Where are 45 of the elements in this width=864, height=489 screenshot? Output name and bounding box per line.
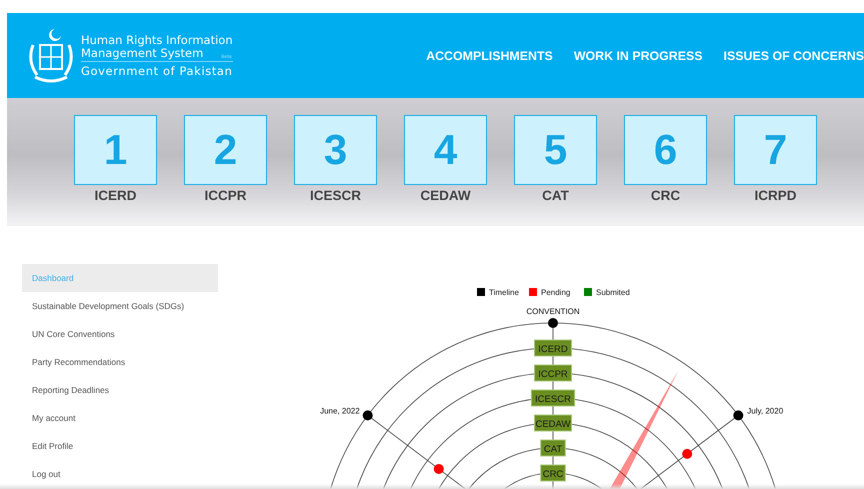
nav-link[interactable]: ACCOMPLISHMENTS (426, 48, 553, 62)
nav-link[interactable]: WORK IN PROGRESS (574, 48, 703, 62)
sidebar-item[interactable]: Dashboard (22, 264, 218, 292)
convention-label: ICCPR (204, 188, 246, 203)
system-title: Management System (81, 46, 204, 60)
legend-label: Submited (596, 288, 630, 297)
system-title: Human Rights Information (81, 34, 233, 46)
convention-label: CRC (650, 188, 680, 203)
timeline-dot (733, 410, 744, 420)
axis-label: CONVENTION (526, 307, 580, 316)
pending-dot (434, 464, 444, 474)
ring-label: ICESCR (530, 390, 576, 406)
convention-tile[interactable]: 3 (294, 115, 377, 185)
convention-label: CAT (542, 188, 569, 203)
ring-label: ICCPR (534, 364, 572, 382)
convention-tile[interactable]: 2 (184, 115, 267, 185)
sidebar-item[interactable]: My account (22, 404, 218, 432)
sidebar-item[interactable]: UN Core Conventions (22, 320, 218, 348)
timeline-dot (548, 318, 558, 328)
convention-tile[interactable]: 4 (404, 115, 487, 185)
pending-dot (682, 448, 692, 459)
ring-label: ICERD (534, 340, 572, 356)
nav-link[interactable]: ISSUES OF CONCERNS (724, 48, 864, 62)
convention-tile[interactable]: 5 (514, 115, 597, 185)
ring-label: CAT (540, 440, 566, 456)
sidebar-item[interactable]: Party Recommendations (22, 348, 218, 376)
ring-label: CRC (540, 464, 566, 482)
ring-label: CEDAW (534, 414, 572, 432)
axis-label: June, 2022 (320, 406, 360, 416)
convention-label: ICERD (94, 188, 136, 203)
sidebar-item[interactable]: Edit Profile (22, 432, 218, 460)
sidebar-item[interactable]: Sustainable Development Goals (SDGs) (22, 292, 218, 320)
convention-tile[interactable]: 1 (74, 115, 157, 185)
convention-label: ICRPD (754, 188, 796, 203)
convention-label: ICESCR (310, 188, 361, 203)
legend-label: Timeline (489, 288, 519, 297)
convention-tile[interactable]: 6 (624, 115, 707, 185)
sidebar-item[interactable]: Reporting Deadlines (22, 376, 218, 404)
timeline-dot (362, 410, 373, 420)
government-subtitle: Government of Pakistan (81, 64, 233, 78)
convention-label: CEDAW (420, 188, 471, 203)
legend-label: Pending (541, 288, 570, 297)
convention-tile[interactable]: 7 (734, 115, 817, 185)
sidebar-item[interactable]: Log out (22, 460, 218, 488)
axis-label: July, 2020 (747, 406, 784, 416)
